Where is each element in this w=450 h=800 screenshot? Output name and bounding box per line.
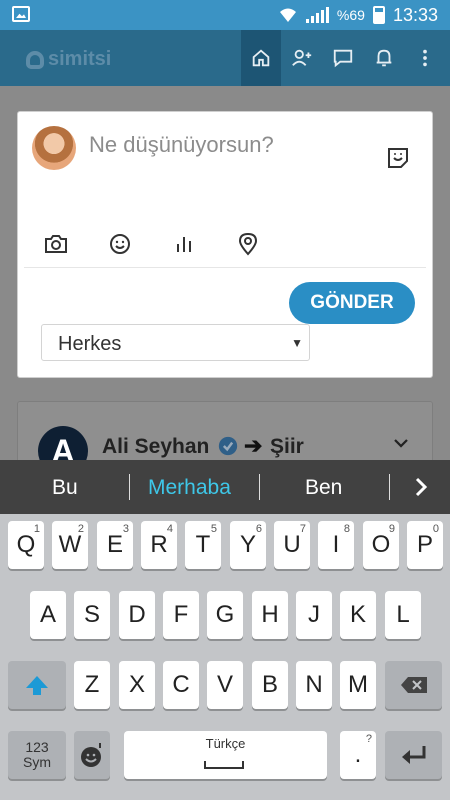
- symbols-label-1: 123: [25, 739, 49, 755]
- key-k[interactable]: K: [340, 591, 376, 639]
- menu-button[interactable]: [405, 30, 445, 86]
- dropdown-arrow-icon: ▼: [291, 336, 303, 350]
- emoji-key[interactable]: [74, 731, 110, 779]
- post-input[interactable]: Ne düşünüyorsun?: [89, 132, 274, 158]
- sticker-icon[interactable]: [386, 146, 410, 170]
- app-logo[interactable]: simitsi: [26, 48, 111, 71]
- key-x[interactable]: X: [119, 661, 155, 709]
- key-f[interactable]: F: [163, 591, 199, 639]
- key-e[interactable]: E3: [97, 521, 133, 569]
- audience-value: Herkes: [58, 333, 122, 355]
- backspace-key[interactable]: [385, 661, 442, 709]
- suggestion-bar: Bu Merhaba Ben: [0, 460, 450, 514]
- suggestion-1[interactable]: Bu: [52, 476, 78, 500]
- chevron-down-icon[interactable]: [392, 434, 410, 452]
- key-b[interactable]: B: [252, 661, 288, 709]
- signal-icon: [305, 7, 329, 23]
- battery-icon: [372, 6, 385, 24]
- logo-icon: [26, 50, 44, 69]
- period-key-hint: ?: [365, 733, 372, 745]
- add-friend-button[interactable]: [282, 30, 322, 86]
- bell-icon: [376, 49, 392, 67]
- shift-key[interactable]: [8, 661, 66, 709]
- poll-icon[interactable]: [172, 232, 196, 256]
- key-h[interactable]: H: [252, 591, 288, 639]
- key-o[interactable]: O9: [363, 521, 399, 569]
- key-q[interactable]: Q1: [8, 521, 44, 569]
- key-v[interactable]: V: [207, 661, 243, 709]
- key-j[interactable]: J: [296, 591, 332, 639]
- arrow-right-icon: ➔: [244, 433, 263, 458]
- post-composer: Ne düşünüyorsun? GÖNDER Herkes ▼: [17, 111, 433, 378]
- key-n[interactable]: N: [296, 661, 332, 709]
- audience-select[interactable]: Herkes ▼: [41, 324, 310, 361]
- key-z[interactable]: Z: [74, 661, 110, 709]
- key-l[interactable]: L: [385, 591, 421, 639]
- period-key[interactable]: . ?: [340, 731, 376, 779]
- key-g[interactable]: G: [207, 591, 243, 639]
- chat-icon: [333, 49, 353, 68]
- backspace-icon: [400, 677, 427, 693]
- post-author[interactable]: Ali Seyhan: [102, 435, 209, 459]
- home-icon: [252, 49, 270, 67]
- more-vertical-icon: [423, 49, 427, 67]
- suggestion-2[interactable]: Merhaba: [148, 476, 231, 500]
- emoji-icon: [81, 743, 101, 767]
- divider: [24, 267, 426, 268]
- symbols-key[interactable]: 123 Sym: [8, 731, 66, 779]
- enter-key[interactable]: [385, 731, 442, 779]
- send-button[interactable]: GÖNDER: [289, 282, 415, 324]
- notifications-button[interactable]: [364, 30, 404, 86]
- verified-icon: [218, 436, 238, 456]
- key-r[interactable]: R4: [141, 521, 177, 569]
- location-icon[interactable]: [236, 232, 260, 256]
- key-p[interactable]: P0: [407, 521, 443, 569]
- avatar: [32, 126, 76, 170]
- app-bar: simitsi: [0, 30, 450, 86]
- space-language-label: Türkçe: [205, 736, 246, 751]
- post-avatar[interactable]: A: [38, 426, 88, 460]
- key-c[interactable]: C: [163, 661, 199, 709]
- symbols-label-2: Sym: [23, 754, 51, 770]
- shift-arrow-icon: [26, 676, 48, 695]
- battery-percent: %69: [336, 7, 365, 23]
- post-target[interactable]: Şiir: [270, 435, 304, 459]
- chevron-right-icon[interactable]: [414, 477, 428, 497]
- space-key[interactable]: Türkçe: [124, 731, 327, 779]
- key-y[interactable]: Y6: [230, 521, 266, 569]
- add-user-icon: [292, 49, 312, 66]
- enter-icon: [401, 746, 425, 764]
- space-icon: [204, 761, 244, 769]
- keyboard: Q1 W2 E3 R4 T5 Y6 U7 I8 O9 P0 A S D F G …: [0, 514, 450, 800]
- gallery-notification-icon: [12, 6, 30, 22]
- key-m[interactable]: M: [340, 661, 376, 709]
- key-a[interactable]: A: [30, 591, 66, 639]
- clock: 13:33: [392, 4, 438, 25]
- key-w[interactable]: W2: [52, 521, 88, 569]
- messages-button[interactable]: [323, 30, 363, 86]
- key-t[interactable]: T5: [185, 521, 221, 569]
- suggestion-3[interactable]: Ben: [305, 476, 342, 500]
- status-bar: %69 13:33: [0, 0, 450, 30]
- post-card: A Ali Seyhan ➔ Şiir: [17, 401, 433, 460]
- key-s[interactable]: S: [74, 591, 110, 639]
- emoji-icon[interactable]: [108, 232, 132, 256]
- key-i[interactable]: I8: [318, 521, 354, 569]
- home-button[interactable]: [241, 30, 281, 86]
- camera-icon[interactable]: [44, 232, 68, 256]
- key-u[interactable]: U7: [274, 521, 310, 569]
- key-d[interactable]: D: [119, 591, 155, 639]
- logo-text: simitsi: [48, 48, 112, 70]
- feed: Ne düşünüyorsun? GÖNDER Herkes ▼ A Ali S…: [0, 86, 450, 460]
- wifi-icon: [279, 8, 296, 22]
